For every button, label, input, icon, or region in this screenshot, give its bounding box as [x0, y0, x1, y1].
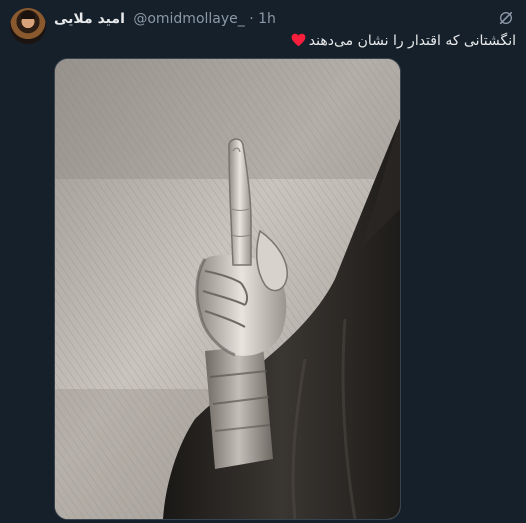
tweet-meta: امید ملایی @omidmollaye_ · 1h [54, 9, 276, 29]
timestamp[interactable]: 1h [258, 11, 276, 27]
meta-separator: · [249, 11, 254, 27]
tweet-text-content: انگشتانی که اقتدار را نشان می‌دهند [308, 33, 516, 49]
heart-icon [291, 33, 306, 47]
tweet[interactable]: امید ملایی @omidmollaye_ · 1h انگشتانی ک… [0, 0, 526, 523]
avatar-cap [21, 11, 35, 19]
tweet-header: امید ملایی @omidmollaye_ · 1h [10, 6, 516, 44]
avatar[interactable] [10, 8, 46, 44]
pencil-drawing [55, 59, 400, 519]
user-handle[interactable]: @omidmollaye_ [133, 11, 244, 27]
grok-icon[interactable] [498, 10, 514, 26]
tweet-text: انگشتانی که اقتدار را نشان می‌دهند [50, 30, 516, 52]
display-name[interactable]: امید ملایی [54, 11, 125, 27]
tweet-media[interactable] [54, 58, 401, 520]
